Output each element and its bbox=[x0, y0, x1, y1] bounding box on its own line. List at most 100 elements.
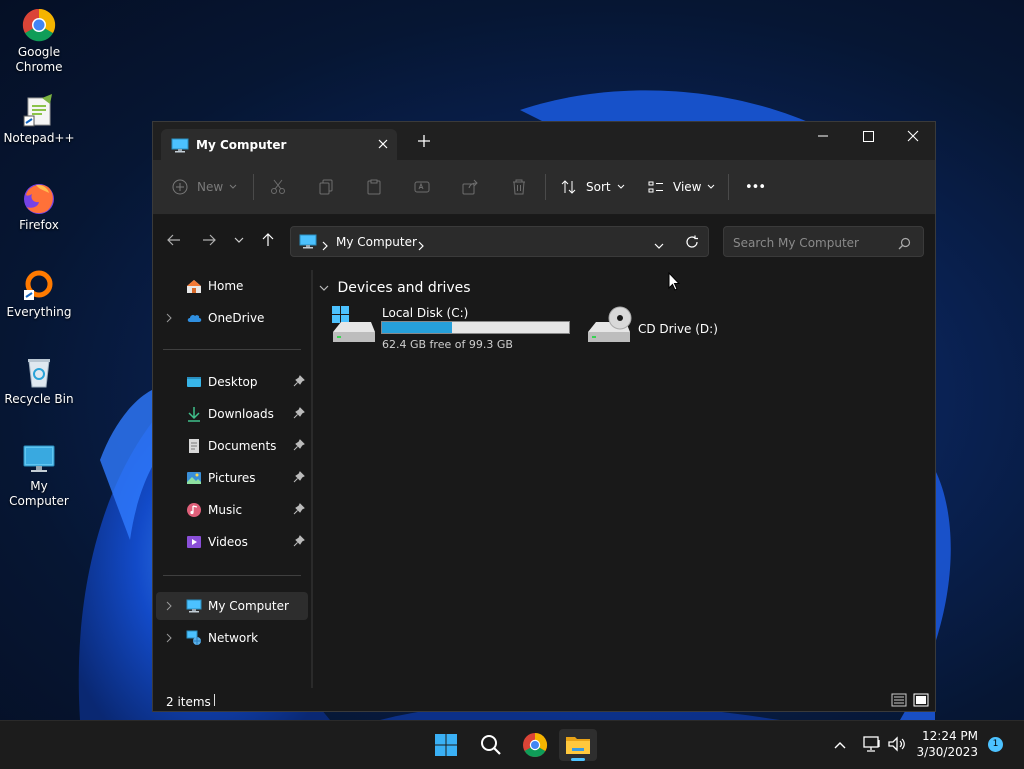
sidebar-item-label: Downloads bbox=[208, 407, 274, 421]
desktop-icon-firefox[interactable]: Firefox bbox=[0, 175, 78, 233]
documents-icon bbox=[186, 438, 202, 454]
computer-icon bbox=[186, 598, 202, 614]
desktop-icon-everything[interactable]: Everything bbox=[0, 262, 78, 320]
drive-local-disk-c[interactable]: Local Disk (C:) 62.4 GB free of 99.3 GB bbox=[331, 306, 576, 354]
more-options-button[interactable]: ••• bbox=[745, 160, 766, 214]
notification-count: 1 bbox=[992, 739, 999, 749]
notification-badge[interactable]: 1 bbox=[988, 737, 1003, 752]
desktop-icon-notepadpp[interactable]: Notepad++ bbox=[0, 88, 78, 146]
show-hidden-icons-button[interactable] bbox=[832, 737, 848, 756]
search-input[interactable] bbox=[731, 233, 895, 253]
network-status-button[interactable] bbox=[862, 735, 882, 757]
music-icon bbox=[186, 502, 202, 518]
desktop-icon-my-computer[interactable]: My Computer bbox=[0, 436, 78, 509]
desktop-icon-label: Recycle Bin bbox=[4, 392, 74, 406]
pin-icon[interactable] bbox=[293, 503, 305, 518]
search-box[interactable] bbox=[723, 226, 924, 257]
chevron-down-icon bbox=[319, 285, 329, 291]
sidebar-item-documents[interactable]: Documents bbox=[156, 432, 308, 460]
refresh-button[interactable] bbox=[685, 234, 699, 253]
drive-cd-d[interactable]: CD Drive (D:) bbox=[586, 306, 736, 354]
sidebar-item-my-computer[interactable]: My Computer bbox=[156, 592, 308, 620]
chevron-down-icon bbox=[234, 237, 244, 243]
pin-icon[interactable] bbox=[293, 439, 305, 454]
details-view-button[interactable] bbox=[891, 693, 907, 710]
videos-icon bbox=[186, 534, 202, 550]
view-button[interactable]: View bbox=[648, 160, 715, 214]
tiles-view-button[interactable] bbox=[913, 693, 929, 710]
clock[interactable]: 12:24 PM 3/30/2023 bbox=[912, 728, 978, 760]
chevron-right-icon[interactable] bbox=[165, 312, 173, 326]
cut-button[interactable] bbox=[270, 160, 286, 214]
new-button[interactable]: New bbox=[172, 160, 237, 214]
desktop-icon-label: My Computer bbox=[9, 479, 69, 508]
sidebar-item-downloads[interactable]: Downloads bbox=[156, 400, 308, 428]
sort-icon bbox=[561, 180, 576, 194]
downloads-icon bbox=[186, 406, 202, 422]
network-icon bbox=[186, 630, 202, 646]
close-window-button[interactable] bbox=[890, 122, 936, 152]
sidebar-item-home[interactable]: Home bbox=[156, 272, 308, 300]
sort-button[interactable]: Sort bbox=[561, 160, 625, 214]
volume-button[interactable] bbox=[887, 735, 907, 757]
cd-drive-icon bbox=[586, 306, 632, 350]
sidebar-item-onedrive[interactable]: OneDrive bbox=[156, 304, 308, 332]
folder-icon bbox=[566, 737, 590, 754]
active-indicator bbox=[571, 758, 585, 761]
pictures-icon bbox=[186, 470, 202, 486]
pin-icon[interactable] bbox=[293, 535, 305, 550]
sidebar-item-pictures[interactable]: Pictures bbox=[156, 464, 308, 492]
breadcrumb-chevron-icon[interactable] bbox=[321, 236, 329, 255]
maximize-icon bbox=[863, 131, 874, 142]
copy-button[interactable] bbox=[318, 160, 334, 214]
up-button[interactable] bbox=[257, 232, 279, 252]
search-icon[interactable] bbox=[898, 235, 911, 254]
taskbar-search-button[interactable] bbox=[472, 729, 510, 761]
sidebar-item-desktop[interactable]: Desktop bbox=[156, 368, 308, 396]
back-button[interactable] bbox=[163, 232, 185, 252]
address-history-button[interactable] bbox=[653, 236, 665, 255]
taskbar-file-explorer-button[interactable] bbox=[559, 729, 597, 761]
computer-icon bbox=[171, 138, 189, 158]
share-button[interactable] bbox=[462, 160, 478, 214]
breadcrumb-chevron-icon[interactable] bbox=[417, 236, 425, 255]
status-divider bbox=[214, 694, 215, 706]
close-icon bbox=[378, 139, 388, 149]
chevron-right-icon[interactable] bbox=[165, 632, 173, 646]
rename-button[interactable] bbox=[414, 160, 430, 214]
chrome-icon bbox=[523, 733, 548, 758]
windows-drive-icon bbox=[331, 306, 377, 350]
rename-icon bbox=[414, 181, 430, 193]
tab-my-computer[interactable]: My Computer bbox=[161, 129, 397, 160]
delete-button[interactable] bbox=[511, 160, 527, 214]
maximize-button[interactable] bbox=[845, 122, 891, 152]
breadcrumb-my-computer[interactable]: My Computer bbox=[336, 235, 417, 249]
drive-name: CD Drive (D:) bbox=[638, 322, 718, 336]
paste-button[interactable] bbox=[366, 160, 382, 214]
sidebar-item-music[interactable]: Music bbox=[156, 496, 308, 524]
new-tab-button[interactable] bbox=[413, 134, 435, 152]
pin-icon[interactable] bbox=[293, 375, 305, 390]
desktop-icon-recycle-bin[interactable]: Recycle Bin bbox=[0, 349, 78, 407]
title-bar[interactable]: My Computer bbox=[153, 122, 935, 160]
sidebar-item-label: My Computer bbox=[208, 599, 289, 613]
tab-close-button[interactable] bbox=[373, 134, 393, 154]
command-bar: New Sort View ••• bbox=[153, 160, 935, 215]
pin-icon[interactable] bbox=[293, 407, 305, 422]
recent-locations-button[interactable] bbox=[228, 232, 250, 252]
desktop-icon-chrome[interactable]: Google Chrome bbox=[0, 2, 78, 75]
arrow-right-icon bbox=[203, 234, 216, 246]
sidebar-item-videos[interactable]: Videos bbox=[156, 528, 308, 556]
start-button[interactable] bbox=[427, 729, 465, 761]
pin-icon[interactable] bbox=[293, 471, 305, 486]
toolbar-divider bbox=[545, 174, 546, 200]
forward-button[interactable] bbox=[198, 232, 220, 252]
group-header[interactable]: Devices and drives bbox=[319, 280, 471, 296]
close-icon bbox=[907, 130, 919, 142]
chevron-right-icon[interactable] bbox=[165, 600, 173, 614]
address-bar[interactable]: My Computer bbox=[290, 226, 709, 257]
taskbar-chrome-button[interactable] bbox=[516, 729, 554, 761]
sidebar-item-network[interactable]: Network bbox=[156, 624, 308, 652]
sort-label: Sort bbox=[586, 180, 611, 194]
minimize-button[interactable] bbox=[800, 122, 846, 152]
